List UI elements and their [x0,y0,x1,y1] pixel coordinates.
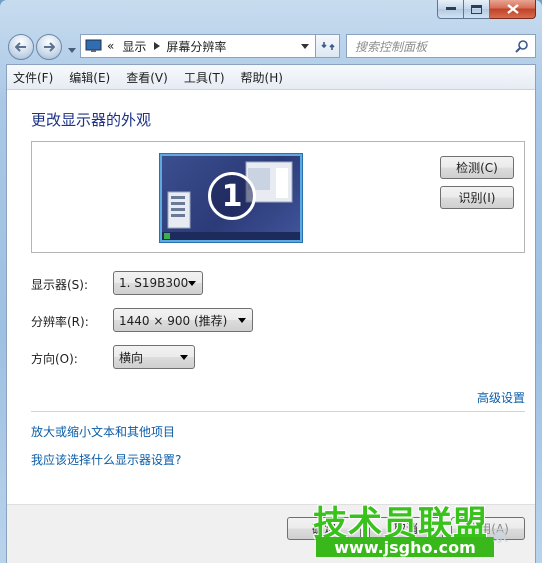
watermark-url: www.jsgho.com [316,537,494,557]
chevron-right-icon [154,42,161,50]
close-icon [506,4,519,14]
display-icon [85,39,102,52]
minimize-icon [445,7,456,10]
arrow-left-icon [15,42,26,52]
window-frame: « 显示 屏幕分辨率 搜索控制面板 文件(F) 编辑(E) 查看(V) 工具(T… [0,0,542,563]
display-select-value: 1. S19B300 [119,276,189,290]
search-input[interactable]: 搜索控制面板 [346,34,536,58]
chevron-down-icon [68,48,76,53]
address-dropdown-icon[interactable] [301,44,309,49]
address-prefix[interactable]: « [107,39,114,53]
watermark-tail: 家 [492,526,509,545]
arrow-right-icon [44,42,55,52]
detect-button[interactable]: 检测(C) [440,156,514,179]
client-area: 文件(F) 编辑(E) 查看(V) 工具(T) 帮助(H) 更改显示器的外观 1… [6,64,536,563]
address-bar[interactable]: « 显示 屏幕分辨率 [80,34,316,58]
advanced-settings-link[interactable]: 高级设置 [477,389,525,406]
refresh-icon [320,42,335,50]
identify-button[interactable]: 识别(I) [440,186,514,209]
refresh-button[interactable] [316,34,340,58]
separator [31,411,525,412]
close-button[interactable] [490,0,536,19]
menu-bar: 文件(F) 编辑(E) 查看(V) 工具(T) 帮助(H) [7,65,535,90]
menu-edit[interactable]: 编辑(E) [69,69,110,86]
page-title: 更改显示器的外观 [31,111,152,129]
chevron-down-icon [188,281,196,286]
orientation-select-value: 横向 [119,350,144,365]
menu-view[interactable]: 查看(V) [126,69,168,86]
menu-file[interactable]: 文件(F) [13,69,53,86]
menu-help[interactable]: 帮助(H) [241,69,283,86]
caption-buttons [437,0,536,19]
display-label: 显示器(S): [31,278,89,292]
text-size-link[interactable]: 放大或缩小文本和其他项目 [31,423,175,440]
breadcrumb-resolution[interactable]: 屏幕分辨率 [166,38,226,55]
orientation-select[interactable]: 横向 [113,345,195,369]
menu-tools[interactable]: 工具(T) [184,69,225,86]
forward-button[interactable] [36,34,62,60]
maximize-button[interactable] [464,0,490,19]
minimize-button[interactable] [437,0,464,19]
resolution-select-value: 1440 × 900 (推荐) [119,313,228,328]
back-button[interactable] [8,34,34,60]
search-placeholder: 搜索控制面板 [355,39,428,54]
orientation-label: 方向(O): [31,352,78,366]
resolution-select[interactable]: 1440 × 900 (推荐) [113,308,253,332]
chevron-down-icon [238,318,246,323]
display-select[interactable]: 1. S19B300 [113,271,203,295]
monitor-thumbnail[interactable]: 1 [160,154,302,242]
maximize-icon [471,4,482,14]
recent-pages-dropdown[interactable] [68,42,76,56]
chevron-down-icon [180,355,188,360]
navigation-bar: « 显示 屏幕分辨率 搜索控制面板 [6,30,536,64]
search-icon[interactable] [515,39,529,53]
resolution-label: 分辨率(R): [31,315,89,329]
display-preview: 1 检测(C) 识别(I) [31,141,525,253]
monitor-number-badge: 1 [208,172,256,220]
breadcrumb-display[interactable]: 显示 [122,38,146,55]
display-settings-help-link[interactable]: 我应该选择什么显示器设置? [31,451,181,468]
